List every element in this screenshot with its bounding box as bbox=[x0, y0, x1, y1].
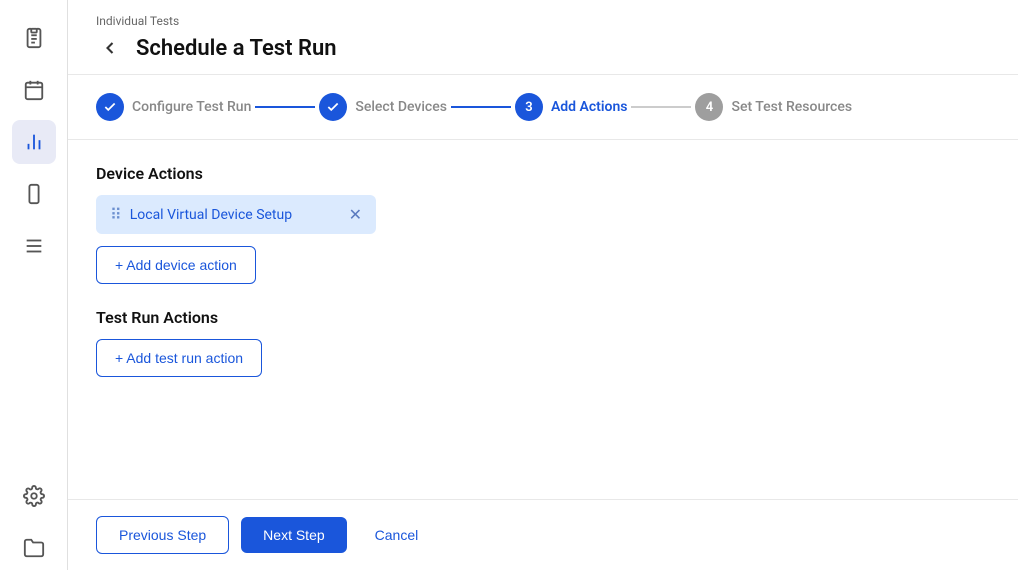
footer: Previous Step Next Step Cancel bbox=[68, 499, 1018, 570]
step-2-label: Select Devices bbox=[355, 99, 447, 115]
device-actions-section: Device Actions ⠿ Local Virtual Device Se… bbox=[96, 164, 990, 284]
main-content: Individual Tests Schedule a Test Run Con… bbox=[68, 0, 1018, 570]
page-title: Schedule a Test Run bbox=[136, 36, 337, 61]
cancel-button[interactable]: Cancel bbox=[359, 517, 435, 553]
step-4-label: Set Test Resources bbox=[731, 99, 852, 115]
test-run-actions-title: Test Run Actions bbox=[96, 308, 990, 327]
breadcrumb: Individual Tests bbox=[96, 14, 990, 28]
step-2-circle bbox=[319, 93, 347, 121]
sidebar-item-devices[interactable] bbox=[12, 172, 56, 216]
add-device-action-button[interactable]: + Add device action bbox=[96, 246, 256, 284]
connector-2 bbox=[451, 106, 511, 108]
step-3-label: Add Actions bbox=[551, 99, 628, 115]
previous-step-button[interactable]: Previous Step bbox=[96, 516, 229, 554]
step-4-circle: 4 bbox=[695, 93, 723, 121]
step-configure: Configure Test Run bbox=[96, 93, 251, 121]
sidebar-item-folder[interactable] bbox=[12, 526, 56, 570]
step-1-circle bbox=[96, 93, 124, 121]
chip-close-icon[interactable]: ✕ bbox=[349, 207, 362, 223]
step-set-resources: 4 Set Test Resources bbox=[695, 93, 852, 121]
chip-label: Local Virtual Device Setup bbox=[130, 207, 341, 223]
step-add-actions: 3 Add Actions bbox=[515, 93, 628, 121]
sidebar-item-settings[interactable] bbox=[12, 474, 56, 518]
content-area: Device Actions ⠿ Local Virtual Device Se… bbox=[68, 140, 1018, 499]
sidebar bbox=[0, 0, 68, 570]
sidebar-item-layers[interactable] bbox=[12, 224, 56, 268]
step-select-devices: Select Devices bbox=[319, 93, 447, 121]
device-actions-title: Device Actions bbox=[96, 164, 990, 183]
sidebar-item-calendar[interactable] bbox=[12, 68, 56, 112]
sidebar-item-clipboard[interactable] bbox=[12, 16, 56, 60]
back-button[interactable] bbox=[96, 34, 124, 62]
sidebar-item-reports[interactable] bbox=[12, 120, 56, 164]
step-1-label: Configure Test Run bbox=[132, 99, 251, 115]
header: Individual Tests Schedule a Test Run bbox=[68, 0, 1018, 75]
drag-handle-icon[interactable]: ⠿ bbox=[110, 205, 122, 224]
add-test-run-action-button[interactable]: + Add test run action bbox=[96, 339, 262, 377]
device-action-chip: ⠿ Local Virtual Device Setup ✕ bbox=[96, 195, 376, 234]
test-run-actions-section: Test Run Actions + Add test run action bbox=[96, 308, 990, 377]
step-3-circle: 3 bbox=[515, 93, 543, 121]
connector-3 bbox=[631, 106, 691, 108]
next-step-button[interactable]: Next Step bbox=[241, 517, 346, 553]
stepper: Configure Test Run Select Devices 3 Add … bbox=[68, 75, 1018, 140]
connector-1 bbox=[255, 106, 315, 108]
